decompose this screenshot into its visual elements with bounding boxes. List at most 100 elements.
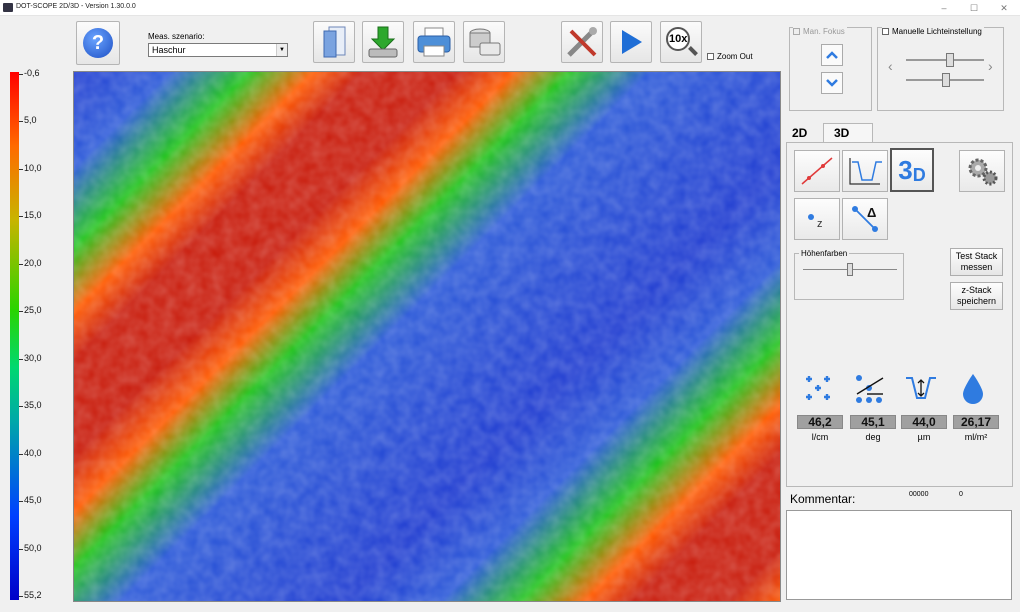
scale-label: 30,0 <box>24 352 42 363</box>
scale-label: 40,0 <box>24 447 42 458</box>
point-z-label: z <box>817 218 823 230</box>
man-focus-label: Man. Fokus <box>803 27 845 36</box>
scale-tick <box>19 406 23 408</box>
app-icon <box>3 3 13 12</box>
hoehenfarben-label: Höhenfarben <box>799 249 850 258</box>
zoom-out-label: Zoom Out <box>717 52 753 61</box>
window-title: DOT-SCOPE 2D/3D - Version 1.30.0.0 <box>16 3 136 10</box>
settings-tools-button[interactable] <box>561 21 603 63</box>
scale-label: 50,0 <box>24 542 42 553</box>
printer-icon <box>417 27 451 57</box>
focus-up-button[interactable] <box>821 44 843 66</box>
line-density-value: 46,2 <box>797 415 843 429</box>
scale-label: 35,0 <box>24 400 42 411</box>
height-map-view[interactable] <box>73 71 781 602</box>
database-printer-icon <box>469 28 501 56</box>
chevron-up-icon <box>826 51 838 59</box>
play-icon <box>622 30 642 54</box>
height-color-scale <box>10 72 19 600</box>
delta-distance-button[interactable]: Δ <box>842 198 888 240</box>
zoom-level-label: 10x <box>669 33 688 45</box>
scale-label: 20,0 <box>24 257 42 268</box>
volume-unit: ml/m² <box>964 432 988 442</box>
open-file-icon <box>323 26 346 58</box>
comment-counter-a: 00000 <box>909 491 929 498</box>
line-profile-button[interactable] <box>794 150 840 192</box>
depth-value: 44,0 <box>901 415 947 429</box>
height-map-image <box>74 72 780 601</box>
scale-label: 25,0 <box>24 305 42 316</box>
comment-textarea[interactable] <box>786 510 1012 600</box>
help-button[interactable]: ? <box>76 21 120 65</box>
light-panel: Manuelle Lichteinstellung ‹ › <box>877 27 1004 111</box>
save-button[interactable] <box>362 21 404 63</box>
meas-scenario-label: Meas. szenario: <box>148 32 205 41</box>
tab-2d[interactable]: 2D <box>792 126 807 140</box>
zoom-10x-button[interactable]: 10x <box>660 21 702 63</box>
depth-unit: µm <box>917 432 931 442</box>
play-button[interactable] <box>610 21 652 63</box>
hoehenfarben-slider-thumb[interactable] <box>847 263 853 276</box>
line-density-unit: l/cm <box>811 432 829 442</box>
minimize-button[interactable]: – <box>930 1 958 15</box>
angle-value: 45,1 <box>850 415 896 429</box>
line-density-icon <box>806 376 830 400</box>
z-stack-save-button[interactable]: z-Stack speichern <box>950 282 1003 310</box>
comment-counter-b: 0 <box>959 491 963 498</box>
depth-icon <box>906 377 936 399</box>
point-z-icon: z <box>808 214 823 230</box>
view-3d-button[interactable]: 3D <box>890 148 934 192</box>
tools-icon <box>567 27 597 57</box>
gears-settings-button[interactable] <box>959 150 1005 192</box>
scale-tick <box>19 216 23 218</box>
scale-label: 15,0 <box>24 210 42 221</box>
scale-tick <box>19 168 23 170</box>
scale-tick <box>19 596 23 597</box>
light-sliders[interactable] <box>906 50 984 90</box>
point-z-button[interactable]: z <box>794 198 840 240</box>
gears-icon <box>968 158 998 186</box>
scale-tick <box>19 263 23 265</box>
open-file-button[interactable] <box>313 21 355 63</box>
depth-profile-button[interactable] <box>842 150 888 192</box>
meas-scenario-select[interactable]: Haschur ▼ <box>148 43 288 57</box>
scale-label: 55,2 <box>24 590 42 600</box>
scale-tick <box>19 501 23 503</box>
maximize-button[interactable]: ☐ <box>960 1 988 15</box>
print-button[interactable] <box>413 21 455 63</box>
download-save-icon <box>368 26 398 58</box>
scale-tick <box>19 548 23 550</box>
line-profile-icon <box>801 157 833 185</box>
3d-icon-letter: D <box>912 164 926 185</box>
chevron-down-icon: ▼ <box>276 44 287 56</box>
scale-tick <box>19 74 23 75</box>
scale-tick <box>19 358 23 360</box>
title-bar: DOT-SCOPE 2D/3D - Version 1.30.0.0 – ☐ ✕ <box>0 0 1020 16</box>
comment-label: Kommentar: <box>790 492 856 506</box>
depth-profile-icon <box>849 158 882 185</box>
man-focus-checkbox[interactable]: Man. Fokus <box>793 27 847 36</box>
zoom-out-check[interactable] <box>707 53 714 60</box>
angle-icon <box>856 375 884 403</box>
close-button[interactable]: ✕ <box>990 1 1018 15</box>
database-print-button[interactable] <box>463 21 505 63</box>
scale-tick <box>19 453 23 455</box>
scale-tick <box>19 121 23 123</box>
manual-light-label: Manuelle Lichteinstellung <box>892 27 982 36</box>
light-left-button[interactable]: ‹ <box>888 58 893 74</box>
scale-label: 5,0 <box>24 115 37 126</box>
light-right-button[interactable]: › <box>988 58 993 74</box>
manual-light-check[interactable] <box>882 28 889 35</box>
manual-light-checkbox[interactable]: Manuelle Lichteinstellung <box>882 27 984 36</box>
test-stack-button[interactable]: Test Stack messen <box>950 248 1003 276</box>
hoehenfarben-group: Höhenfarben <box>794 249 904 300</box>
3d-icon-number: 3 <box>898 155 913 185</box>
man-focus-check[interactable] <box>793 28 800 35</box>
focus-down-button[interactable] <box>821 72 843 94</box>
scale-label: 10,0 <box>24 162 42 173</box>
tab-3d[interactable]: 3D <box>834 126 849 140</box>
magnifier-icon: 10x <box>664 25 698 59</box>
scale-label: -0,6 <box>24 68 40 78</box>
zoom-out-checkbox[interactable]: Zoom Out <box>707 52 753 61</box>
scale-label: 45,0 <box>24 495 42 506</box>
